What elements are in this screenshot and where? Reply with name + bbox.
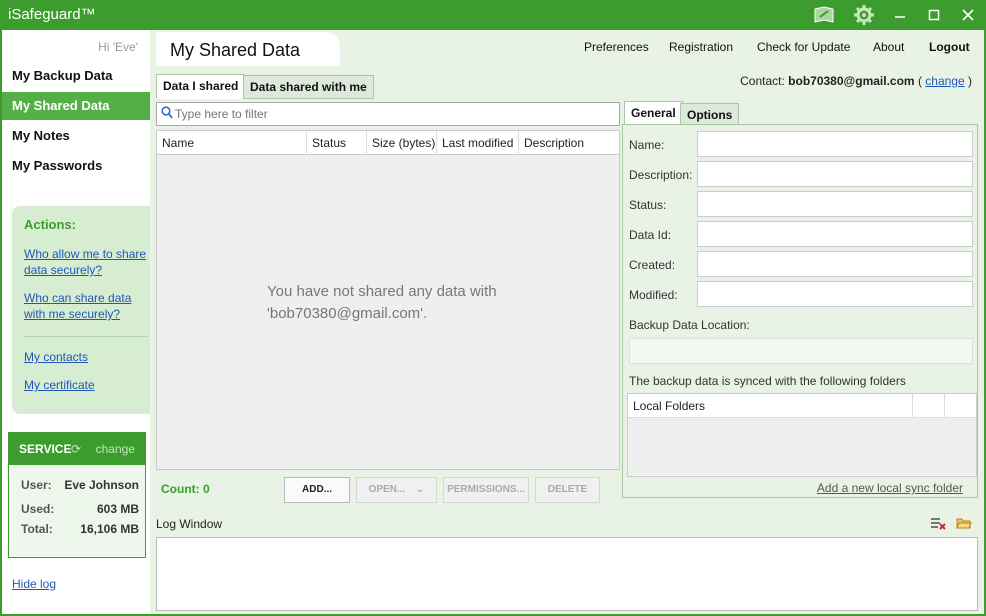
data-id-label: Data Id: xyxy=(629,228,672,242)
app-title: iSafeguard™ xyxy=(8,6,96,23)
sidebar-item-shared-data[interactable]: My Shared Data xyxy=(2,92,150,120)
menu-check-update[interactable]: Check for Update xyxy=(757,40,850,54)
delete-button[interactable]: DELETE xyxy=(535,477,600,503)
contact-paren-close: ) xyxy=(968,74,972,88)
open-button-label: OPEN... xyxy=(368,484,406,495)
contact-change-link[interactable]: change xyxy=(925,74,964,88)
empty-message: You have not shared any data with 'bob70… xyxy=(267,283,497,322)
contact-paren-open: ( xyxy=(917,74,922,88)
service-used-label: Used: xyxy=(21,502,55,516)
backup-location-field[interactable] xyxy=(629,338,973,364)
who-can-share-link[interactable]: Who can share data with me securely? xyxy=(24,290,148,322)
folders-col-3 xyxy=(944,394,976,418)
contact-label: Contact: xyxy=(740,74,785,88)
service-total-label: Total: xyxy=(21,522,53,536)
maximize-icon[interactable] xyxy=(918,0,950,30)
name-label: Name: xyxy=(629,138,665,152)
created-field[interactable] xyxy=(697,251,973,277)
menu-registration[interactable]: Registration xyxy=(669,40,733,54)
tab-data-shared-with-me[interactable]: Data shared with me xyxy=(243,75,374,99)
my-certificate-link[interactable]: My certificate xyxy=(24,377,148,393)
shared-data-table: Name Status Size (bytes) Last modified D… xyxy=(156,130,620,470)
service-used-value: 603 MB xyxy=(96,502,139,516)
page-title: My Shared Data xyxy=(156,32,340,66)
add-button[interactable]: ADD... xyxy=(284,477,350,503)
greeting: Hi 'Eve' xyxy=(98,40,138,54)
close-icon[interactable] xyxy=(952,0,984,30)
modified-field[interactable] xyxy=(697,281,973,307)
service-title: SERVICE xyxy=(19,442,72,456)
log-window[interactable] xyxy=(156,537,978,611)
menu-logout[interactable]: Logout xyxy=(929,40,970,54)
actions-title: Actions: xyxy=(24,217,76,232)
gear-icon[interactable] xyxy=(848,0,880,30)
local-folders-table: Local Folders xyxy=(627,393,977,477)
actions-panel: Actions: Who allow me to share data secu… xyxy=(12,206,150,414)
col-status[interactable]: Status xyxy=(307,131,367,155)
hide-log-link[interactable]: Hide log xyxy=(12,577,56,591)
item-count: Count: 0 xyxy=(161,482,210,496)
folders-col-2 xyxy=(912,394,944,418)
local-folders-column[interactable]: Local Folders xyxy=(633,399,705,413)
tab-general[interactable]: General xyxy=(624,101,683,126)
created-label: Created: xyxy=(629,258,676,272)
filter-input[interactable] xyxy=(175,105,605,123)
service-used-row: Used: 603 MB xyxy=(21,502,139,516)
minimize-icon[interactable] xyxy=(884,0,916,30)
search-icon xyxy=(161,106,173,122)
add-sync-folder-link[interactable]: Add a new local sync folder xyxy=(817,481,963,495)
title-bar: iSafeguard™ xyxy=(0,0,986,30)
data-id-field[interactable] xyxy=(697,221,973,247)
sidebar: Hi 'Eve' My Backup Data My Shared Data M… xyxy=(2,30,150,614)
service-user-value: Eve Johnson xyxy=(64,478,139,492)
service-total-row: Total: 16,106 MB xyxy=(21,522,139,536)
clear-log-icon[interactable] xyxy=(930,516,946,533)
book-icon[interactable] xyxy=(808,0,840,30)
service-user-label: User: xyxy=(21,478,52,492)
my-contacts-link[interactable]: My contacts xyxy=(24,349,148,365)
menu-preferences[interactable]: Preferences xyxy=(584,40,649,54)
menu-about[interactable]: About xyxy=(873,40,904,54)
service-change-link[interactable]: change xyxy=(96,433,135,465)
backup-location-label: Backup Data Location: xyxy=(629,318,750,332)
main-area: My Shared Data Preferences Registration … xyxy=(150,30,984,614)
name-field[interactable] xyxy=(697,131,973,157)
table-header: Name Status Size (bytes) Last modified D… xyxy=(157,131,619,155)
service-panel: SERVICE ⟳ change User: Eve Johnson Used:… xyxy=(8,432,146,558)
contact-line: Contact: bob70380@gmail.com ( change ) xyxy=(740,74,972,88)
open-folder-icon[interactable] xyxy=(956,516,972,533)
actions-divider xyxy=(24,336,148,337)
status-field[interactable] xyxy=(697,191,973,217)
col-description[interactable]: Description xyxy=(519,131,619,155)
details-panel: Name: Description: Status: Data Id: Crea… xyxy=(622,124,978,498)
description-label: Description: xyxy=(629,168,693,182)
open-button[interactable]: OPEN... ⌄ xyxy=(356,477,437,503)
col-last-modified[interactable]: Last modified xyxy=(437,131,519,155)
tab-options[interactable]: Options xyxy=(680,103,740,125)
description-field[interactable] xyxy=(697,161,973,187)
col-name[interactable]: Name xyxy=(157,131,307,155)
service-header: SERVICE ⟳ change xyxy=(9,433,145,465)
chevron-down-icon: ⌄ xyxy=(416,484,425,495)
log-window-title: Log Window xyxy=(156,517,223,531)
sidebar-item-passwords[interactable]: My Passwords xyxy=(2,152,150,180)
tab-data-i-shared[interactable]: Data I shared xyxy=(156,74,246,99)
sync-note: The backup data is synced with the follo… xyxy=(629,374,906,388)
modified-label: Modified: xyxy=(629,288,678,302)
col-size[interactable]: Size (bytes) xyxy=(367,131,437,155)
permissions-button[interactable]: PERMISSIONS... xyxy=(443,477,529,503)
refresh-icon[interactable]: ⟳ xyxy=(71,433,81,465)
contact-email: bob70380@gmail.com xyxy=(788,74,915,88)
service-user-row: User: Eve Johnson xyxy=(21,478,139,492)
sidebar-item-backup-data[interactable]: My Backup Data xyxy=(2,62,150,90)
service-total-value: 16,106 MB xyxy=(80,522,139,536)
status-label: Status: xyxy=(629,198,667,212)
sidebar-item-notes[interactable]: My Notes xyxy=(2,122,150,150)
filter-box xyxy=(156,102,620,126)
local-folders-header: Local Folders xyxy=(628,394,976,418)
who-allow-share-link[interactable]: Who allow me to share data securely? xyxy=(24,246,148,278)
